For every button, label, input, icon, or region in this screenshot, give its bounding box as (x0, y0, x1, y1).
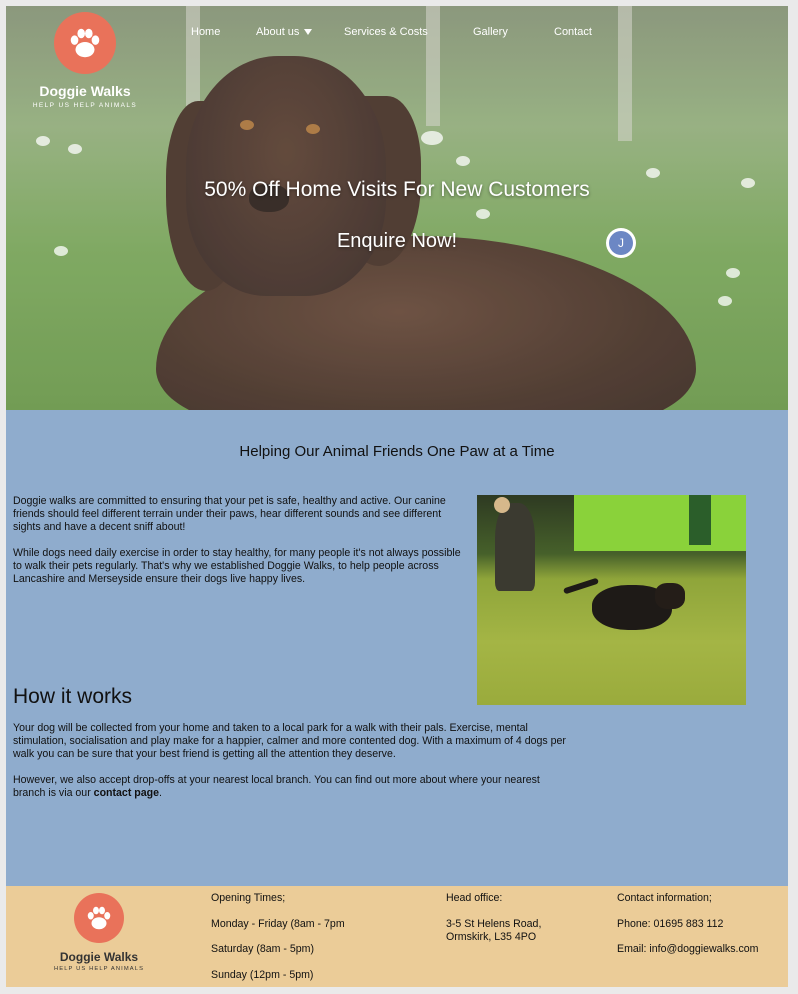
contact-email[interactable]: Email: info@doggiewalks.com (617, 943, 758, 955)
contact-page-link[interactable]: contact page (94, 787, 159, 799)
brand-name: Doggie Walks (39, 83, 131, 99)
how-it-works-paragraph: Your dog will be collected from your hom… (13, 722, 566, 760)
how-it-works-paragraph-2: However, we also accept drop-offs at you… (13, 774, 571, 800)
photo-person (495, 503, 535, 591)
nav-gallery[interactable]: Gallery (473, 26, 508, 38)
hero-headline: 50% Off Home Visits For New Customers (204, 178, 590, 201)
head-office-address-line1: 3-5 St Helens Road, (446, 918, 542, 930)
how-it-works-heading: How it works (13, 685, 133, 708)
hero-banner: Doggie Walks HELP US HELP ANIMALS Home A… (6, 6, 788, 410)
contact-phone[interactable]: Phone: 01695 883 112 (617, 918, 723, 930)
intro-paragraph: Doggie walks are committed to ensuring t… (13, 495, 446, 533)
main-content: Helping Our Animal Friends One Paw at a … (6, 410, 788, 886)
photo-door (689, 495, 711, 545)
dog-training-photo (477, 495, 746, 705)
nav-contact[interactable]: Contact (554, 26, 592, 38)
how-it-works-text: However, we also accept drop-offs at you… (13, 774, 540, 799)
opening-times-weekday: Monday - Friday (8am - 7pm (211, 918, 345, 930)
nav-home[interactable]: Home (191, 26, 220, 38)
page: Doggie Walks HELP US HELP ANIMALS Home A… (6, 6, 788, 987)
photo-green-building (574, 495, 746, 551)
intro-paragraph-2: While dogs need daily exercise in order … (13, 547, 461, 585)
paw-print-icon (87, 906, 111, 930)
main-nav: Home About us Services & Costs Gallery C… (6, 26, 788, 46)
photo-puppy-tail (562, 577, 600, 595)
nav-services-costs[interactable]: Services & Costs (344, 26, 428, 38)
nav-about-us[interactable]: About us (256, 26, 313, 38)
chat-widget-button[interactable]: J (606, 228, 636, 258)
section-title: Helping Our Animal Friends One Paw at a … (239, 443, 555, 460)
opening-times-sunday: Sunday (12pm - 5pm) (211, 969, 314, 981)
how-it-works-text-end: . (159, 787, 162, 799)
footer-logo-badge[interactable] (74, 893, 124, 943)
opening-times-title: Opening Times; (211, 892, 286, 904)
photo-person-head (494, 497, 510, 513)
footer-brand-tagline: HELP US HELP ANIMALS (53, 966, 145, 972)
chat-avatar-initial: J (609, 231, 633, 255)
hero-overlay (6, 6, 788, 410)
contact-info-title: Contact information; (617, 892, 712, 904)
footer: Doggie Walks HELP US HELP ANIMALS Openin… (6, 886, 788, 987)
footer-brand-name: Doggie Walks (59, 950, 139, 964)
head-office-address-line2: Ormskirk, L35 4PO (446, 931, 537, 943)
photo-puppy-head (655, 583, 685, 609)
nav-about-label: About us (256, 26, 300, 38)
dropdown-caret-icon (304, 29, 313, 36)
enquire-now-link[interactable]: Enquire Now! (6, 230, 788, 253)
opening-times-saturday: Saturday (8am - 5pm) (211, 943, 315, 955)
brand-tagline: HELP US HELP ANIMALS (32, 102, 138, 109)
head-office-title: Head office: (446, 892, 503, 904)
